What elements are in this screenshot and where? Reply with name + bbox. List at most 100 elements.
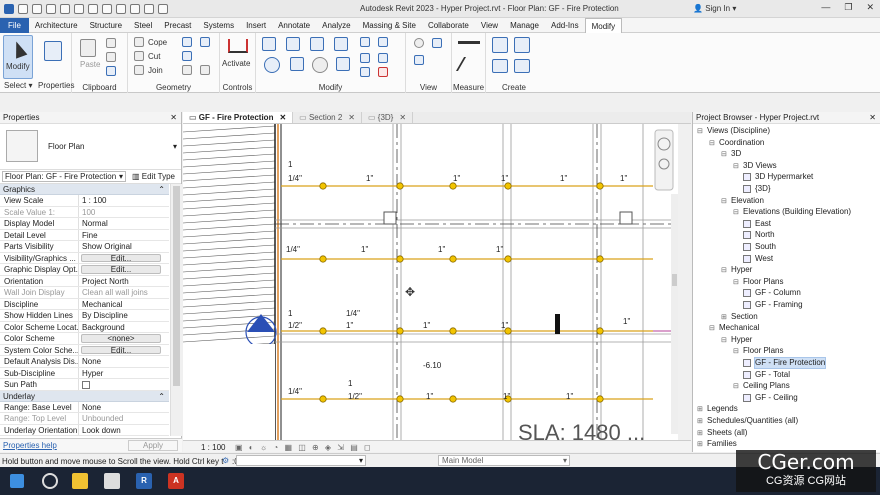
- property-edit-button[interactable]: <none>: [81, 334, 161, 343]
- revit-app-icon[interactable]: R: [136, 473, 152, 489]
- collapse-node-icon[interactable]: ⊟: [697, 127, 703, 135]
- apply-button[interactable]: Apply: [128, 440, 178, 451]
- scroll-thumb[interactable]: [173, 186, 180, 386]
- dimension-icon[interactable]: [455, 57, 481, 71]
- cut-icon[interactable]: [106, 38, 116, 48]
- tab-annotate[interactable]: Annotate: [272, 18, 316, 33]
- tab-file[interactable]: File: [0, 17, 29, 33]
- wall-joins-icon[interactable]: [200, 37, 210, 47]
- create-similar-icon[interactable]: [514, 59, 530, 73]
- restore-icon[interactable]: ❐: [844, 2, 852, 13]
- calculator-icon[interactable]: [104, 473, 120, 489]
- browser-node[interactable]: Views (Discipline): [707, 126, 770, 136]
- tab-collaborate[interactable]: Collaborate: [422, 18, 475, 33]
- floor-plan-svg[interactable]: 1 1/4" 1" 1" 1" 1" 1" 1/4" 1" 1" 1" 1 1/4" 1/2" 1" 1" 1"…: [183, 124, 678, 440]
- cope-label[interactable]: Cope: [148, 38, 167, 47]
- browser-node[interactable]: GF - Ceiling: [755, 393, 798, 403]
- override-graphics-icon[interactable]: [432, 38, 442, 48]
- browser-node[interactable]: Legends: [707, 404, 738, 414]
- save-icon[interactable]: [32, 4, 42, 14]
- section-underlay[interactable]: Underlay ⌃: [0, 390, 169, 402]
- collapse-node-icon[interactable]: ⊟: [721, 150, 727, 158]
- close-palette-icon[interactable]: ✕: [170, 112, 177, 124]
- tab-architecture[interactable]: Architecture: [29, 18, 84, 33]
- copy-icon[interactable]: [106, 52, 116, 62]
- browser-node[interactable]: Elevations (Building Elevation): [743, 207, 851, 217]
- browser-node[interactable]: Coordination: [719, 138, 764, 148]
- copy-element-icon[interactable]: [290, 57, 304, 71]
- collapse-node-icon[interactable]: ⊟: [709, 324, 715, 332]
- type-selector[interactable]: Floor Plan ▾: [0, 124, 181, 170]
- tab-precast[interactable]: Precast: [158, 18, 197, 33]
- browser-node[interactable]: 3D Hypermarket: [755, 172, 813, 182]
- property-edit-button[interactable]: Edit...: [81, 253, 161, 262]
- browser-node[interactable]: GF - Framing: [755, 300, 803, 310]
- scale-icon[interactable]: [378, 53, 388, 63]
- tab-insert[interactable]: Insert: [240, 18, 272, 33]
- close-tab-icon[interactable]: ✕: [279, 113, 286, 122]
- tab-add-ins[interactable]: Add-Ins: [545, 18, 585, 33]
- offset-icon[interactable]: [286, 37, 300, 51]
- browser-node[interactable]: North: [755, 230, 775, 240]
- browser-node[interactable]: Floor Plans: [743, 277, 783, 287]
- chevron-down-icon[interactable]: ▾: [173, 142, 177, 151]
- paint-icon[interactable]: [182, 51, 192, 61]
- tab-steel[interactable]: Steel: [128, 18, 158, 33]
- collapse-node-icon[interactable]: ⊟: [721, 336, 727, 344]
- close-tab-icon[interactable]: ✕: [399, 113, 406, 122]
- browser-node[interactable]: Ceiling Plans: [743, 381, 790, 391]
- select-dropdown[interactable]: Select ▾: [4, 81, 32, 90]
- rotate-icon[interactable]: [312, 57, 328, 73]
- sign-in-link[interactable]: 👤 Sign In ▾: [693, 4, 736, 13]
- edit-type-button[interactable]: ▥ Edit Type: [132, 171, 175, 182]
- measure-icon[interactable]: [458, 41, 480, 44]
- split-face-icon[interactable]: [182, 37, 192, 47]
- browser-node[interactable]: Schedules/Quantities (all): [707, 416, 798, 426]
- delete-icon[interactable]: [378, 67, 388, 77]
- tab-manage[interactable]: Manage: [504, 18, 545, 33]
- browser-node[interactable]: {3D}: [755, 184, 771, 194]
- windows-start-icon[interactable]: [10, 474, 24, 488]
- expand-node-icon[interactable]: ⊞: [697, 417, 703, 425]
- browser-node[interactable]: West: [755, 254, 773, 264]
- undo-icon[interactable]: [46, 4, 56, 14]
- view-selector-dropdown[interactable]: Floor Plan: GF - Fire Protection ▾: [2, 171, 126, 182]
- remove-paint-icon[interactable]: [200, 65, 210, 75]
- activate-label[interactable]: Activate: [222, 59, 250, 68]
- property-edit-button[interactable]: Edit...: [81, 265, 161, 274]
- tab-massing-site[interactable]: Massing & Site: [357, 18, 422, 33]
- autocad-app-icon[interactable]: A: [168, 473, 184, 489]
- tab-structure[interactable]: Structure: [84, 18, 128, 33]
- browser-node[interactable]: GF - Total: [755, 370, 790, 380]
- redo-icon[interactable]: [60, 4, 70, 14]
- match-type-icon[interactable]: [106, 66, 116, 76]
- mirror-draw-icon[interactable]: [334, 37, 348, 51]
- properties-help-link[interactable]: Properties help: [3, 441, 57, 450]
- split-icon[interactable]: [360, 37, 370, 47]
- collapse-node-icon[interactable]: ⊟: [733, 278, 739, 286]
- tab-systems[interactable]: Systems: [197, 18, 240, 33]
- close-browser-icon[interactable]: ✕: [869, 112, 876, 124]
- browser-node[interactable]: Families: [707, 439, 737, 449]
- view-control-icons[interactable]: ▣ ◐ ☼ ◔ ▦ ◫ ⊕ ◈ ⇲ ▤ ◻: [235, 443, 373, 452]
- switch-windows-icon[interactable]: [158, 4, 168, 14]
- worksets-icon[interactable]: ⚙: [222, 456, 229, 465]
- view-tab[interactable]: ▭ {3D} ✕: [362, 112, 414, 123]
- section-graphics[interactable]: Graphics ⌃: [0, 184, 169, 195]
- drawing-area[interactable]: 1 1/4" 1" 1" 1" 1" 1" 1/4" 1" 1" 1" 1 1/4" 1/2" 1" 1" 1"…: [183, 124, 678, 440]
- browser-node[interactable]: Floor Plans: [743, 346, 783, 356]
- expand-node-icon[interactable]: ⊞: [697, 405, 703, 413]
- properties-icon[interactable]: [44, 41, 62, 61]
- design-option-dropdown[interactable]: Main Model ▾: [438, 455, 570, 466]
- properties-scrollbar[interactable]: [170, 184, 182, 436]
- create-parts-icon[interactable]: [514, 37, 530, 53]
- collapse-node-icon[interactable]: ⊟: [733, 347, 739, 355]
- view-tab[interactable]: ▭ GF - Fire Protection ✕: [183, 112, 294, 123]
- browser-node[interactable]: Sheets (all): [707, 428, 747, 438]
- view-tab[interactable]: ▭ Section 2 ✕: [293, 112, 362, 123]
- align-icon[interactable]: [262, 37, 276, 51]
- move-icon[interactable]: [264, 57, 280, 73]
- collapse-node-icon[interactable]: ⊟: [721, 266, 727, 274]
- view-scale-control[interactable]: 1 : 100: [201, 443, 225, 452]
- browser-node[interactable]: Hyper: [731, 265, 752, 275]
